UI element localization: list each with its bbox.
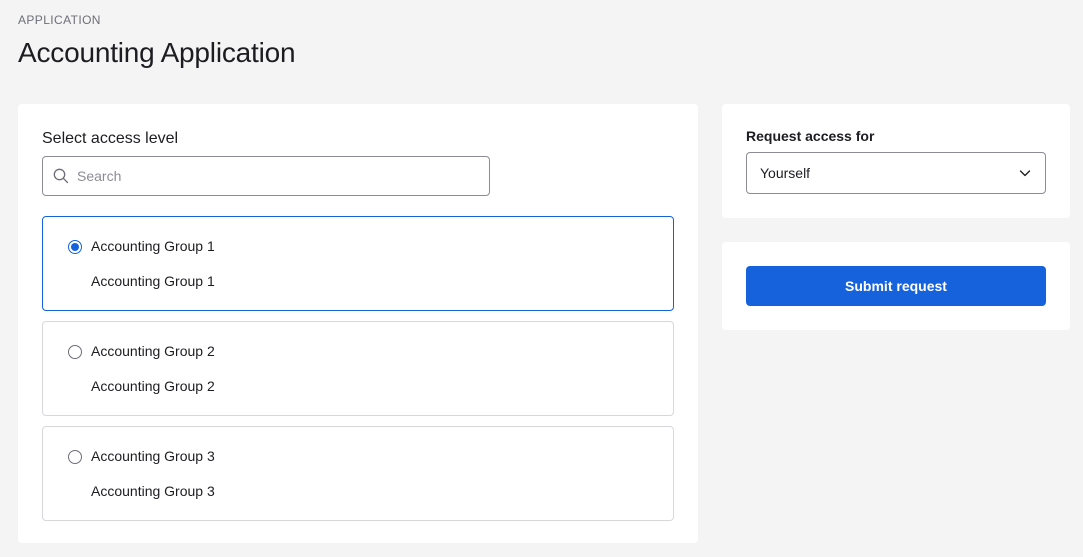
request-access-label: Request access for <box>746 128 875 144</box>
option-title: Accounting Group 2 <box>91 343 215 359</box>
access-level-label: Select access level <box>42 130 179 147</box>
submit-card: Submit request <box>722 242 1070 330</box>
access-option-accounting-group-1[interactable]: Accounting Group 1 Accounting Group 1 <box>42 216 674 311</box>
access-option-accounting-group-2[interactable]: Accounting Group 2 Accounting Group 2 <box>42 321 674 416</box>
search-input[interactable] <box>77 168 477 184</box>
radio-button-selected[interactable] <box>68 240 82 254</box>
search-icon <box>53 168 69 184</box>
option-description: Accounting Group 1 <box>91 273 215 289</box>
request-access-select[interactable]: Yourself <box>746 152 1046 194</box>
radio-button[interactable] <box>68 345 82 359</box>
submit-request-button[interactable]: Submit request <box>746 266 1046 306</box>
select-value: Yourself <box>760 165 811 181</box>
page-title: Accounting Application <box>18 37 296 68</box>
access-level-card: Select access level Accounting Group 1 A… <box>18 104 698 543</box>
option-description: Accounting Group 3 <box>91 483 215 499</box>
option-title: Accounting Group 1 <box>91 238 215 254</box>
search-field[interactable] <box>42 156 490 196</box>
page-eyebrow: APPLICATION <box>18 13 101 27</box>
option-title: Accounting Group 3 <box>91 448 215 464</box>
option-description: Accounting Group 2 <box>91 378 215 394</box>
radio-button[interactable] <box>68 450 82 464</box>
access-option-accounting-group-3[interactable]: Accounting Group 3 Accounting Group 3 <box>42 426 674 521</box>
request-access-card: Request access for Yourself <box>722 104 1070 218</box>
chevron-down-icon <box>1019 167 1031 179</box>
